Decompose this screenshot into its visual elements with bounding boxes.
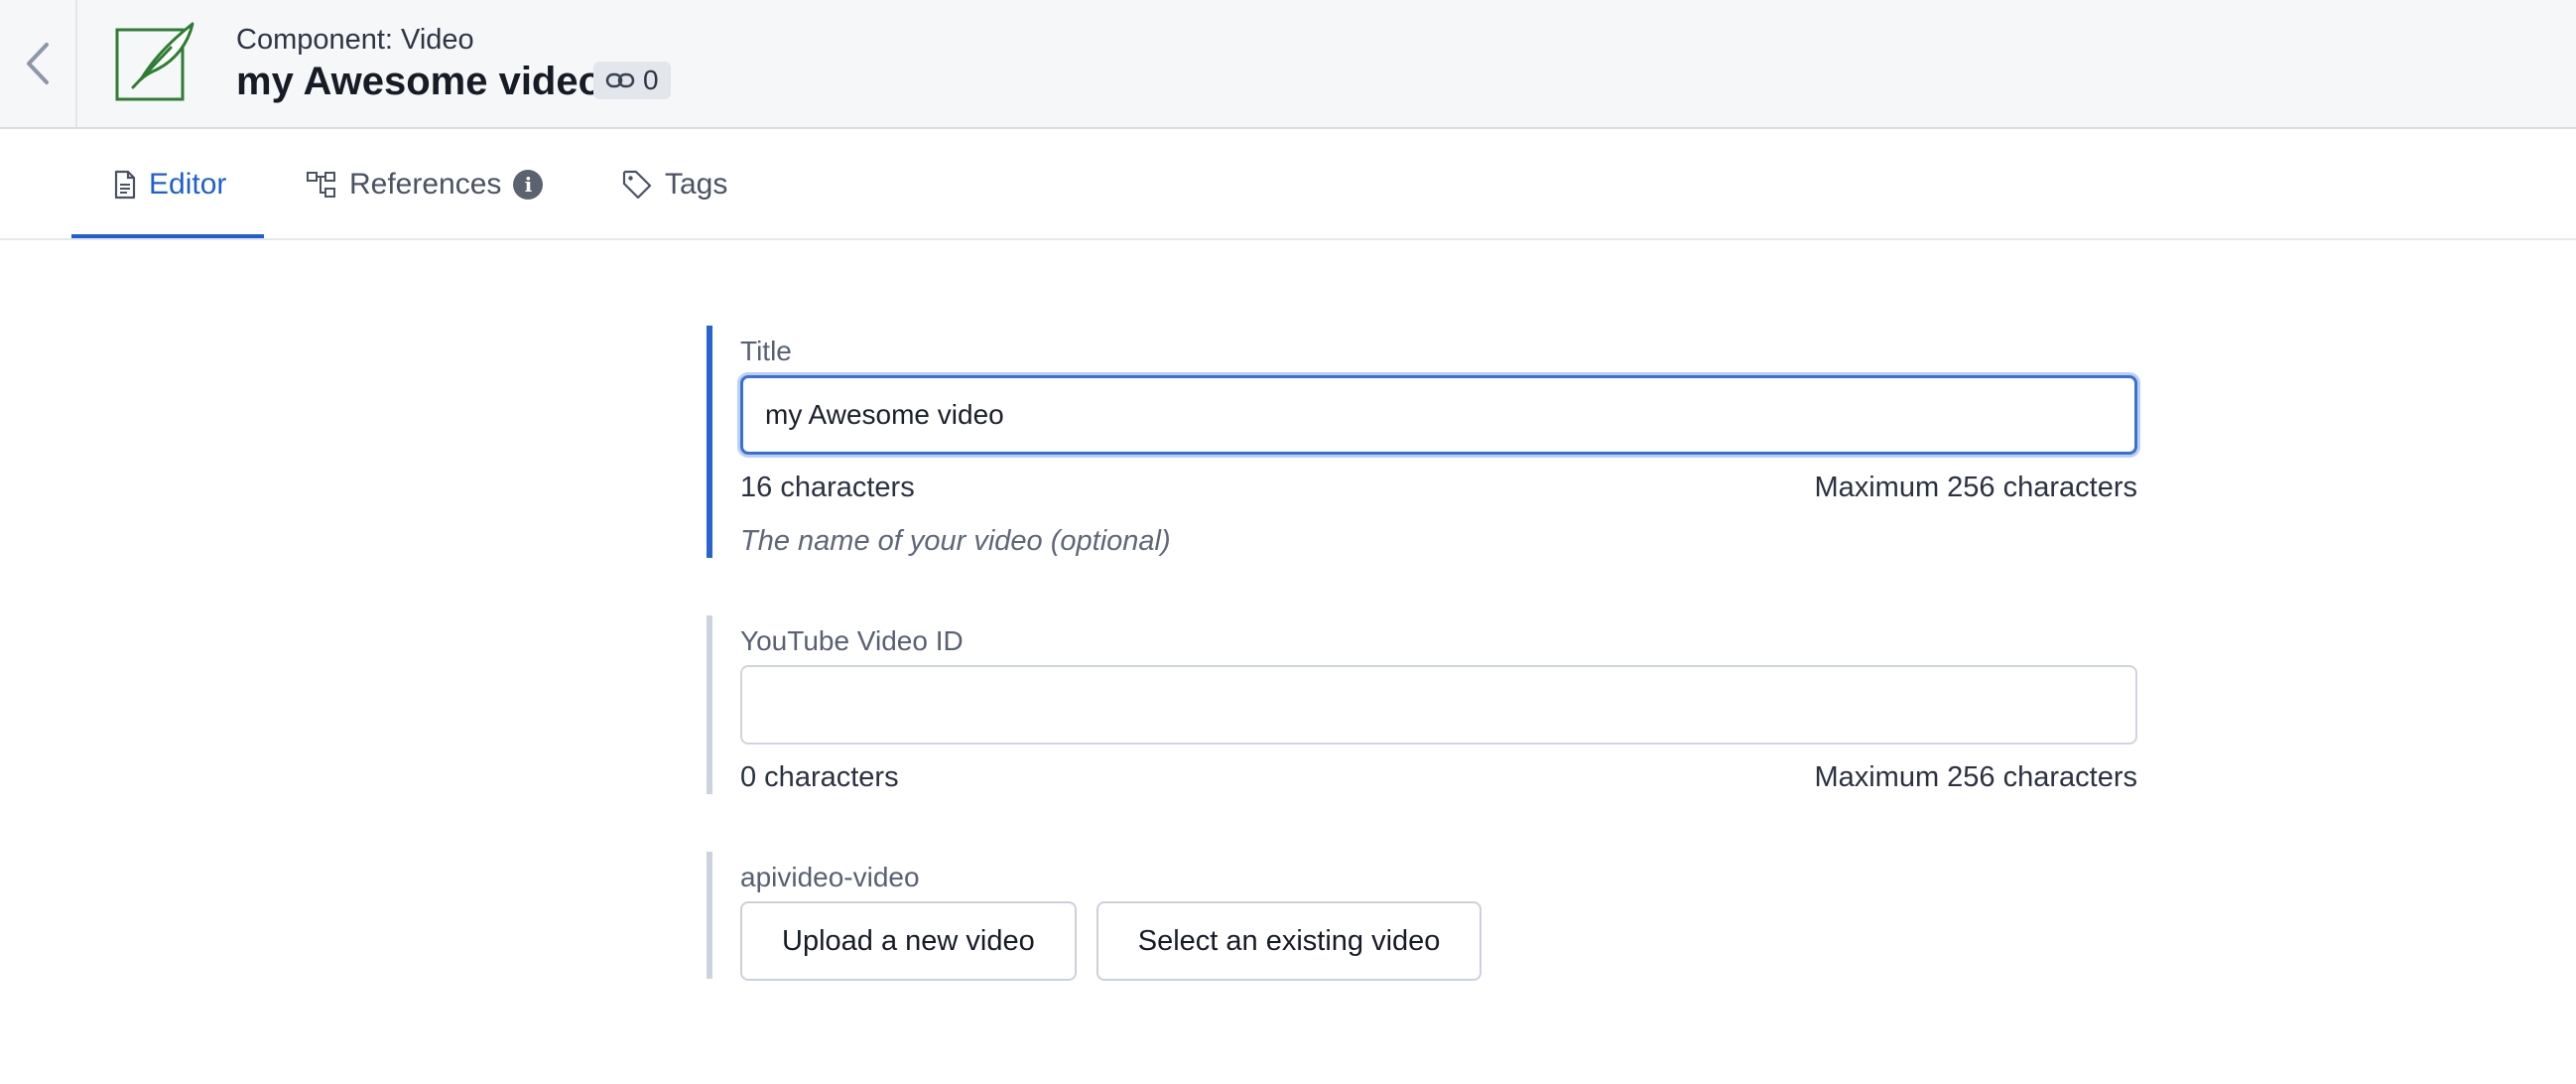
youtube-id-field: YouTube Video ID 0 characters Maximum 25… xyxy=(707,615,2137,796)
references-count: 0 xyxy=(643,65,659,95)
tab-editor[interactable]: Editor xyxy=(113,129,226,240)
title-char-count: 16 characters xyxy=(740,472,915,503)
upload-video-button[interactable]: Upload a new video xyxy=(740,901,1077,981)
tag-icon xyxy=(622,170,652,200)
title-field: Title 16 characters Maximum 256 characte… xyxy=(707,326,2137,558)
back-button[interactable] xyxy=(0,0,77,127)
references-tree-icon xyxy=(307,172,335,198)
document-icon xyxy=(114,170,136,200)
tab-references[interactable]: References i xyxy=(306,129,544,240)
apivideo-label: apivideo-video xyxy=(740,862,920,892)
active-tab-indicator xyxy=(71,234,264,238)
info-icon[interactable]: i xyxy=(513,170,544,200)
select-video-button[interactable]: Select an existing video xyxy=(1095,901,1482,981)
title-input[interactable] xyxy=(740,375,2137,455)
title-help-text: The name of your video (optional) xyxy=(740,525,1171,557)
youtube-id-char-count: 0 characters xyxy=(740,761,899,793)
entry-type-label: Component: Video xyxy=(236,24,474,56)
references-badge[interactable]: 0 xyxy=(593,62,671,99)
chevron-left-icon xyxy=(27,43,49,84)
youtube-id-label: YouTube Video ID xyxy=(740,625,964,656)
title-meta: 16 characters Maximum 256 characters xyxy=(740,469,2137,506)
tab-references-label: References xyxy=(349,168,502,201)
link-icon xyxy=(605,72,635,88)
youtube-id-input[interactable] xyxy=(740,665,2137,745)
title-field-label: Title xyxy=(740,336,792,366)
youtube-id-meta: 0 characters Maximum 256 characters xyxy=(740,758,2137,796)
entry-title: my Awesome video xyxy=(236,60,603,103)
tab-tags[interactable]: Tags xyxy=(621,129,727,240)
tab-tags-label: Tags xyxy=(665,168,728,201)
tab-editor-label: Editor xyxy=(149,168,227,201)
entry-header: Component: Video my Awesome video 0 xyxy=(0,0,2576,129)
apivideo-actions: Upload a new video Select an existing vi… xyxy=(740,901,2135,981)
youtube-id-max-length: Maximum 256 characters xyxy=(1814,761,2137,793)
title-max-length: Maximum 256 characters xyxy=(1814,472,2137,503)
apivideo-field: apivideo-video Upload a new video Select… xyxy=(707,852,2135,981)
feather-entry-icon xyxy=(115,22,194,101)
tab-bar: Editor References i Tags xyxy=(0,129,2576,240)
